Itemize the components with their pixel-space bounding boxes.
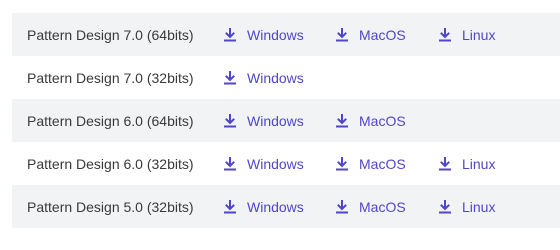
download-icon	[438, 156, 452, 171]
download-icon	[335, 156, 349, 171]
download-windows-label: Windows	[247, 198, 304, 215]
download-row: Pattern Design 7.0 (32bits) Windows	[12, 56, 560, 99]
download-row: Pattern Design 5.0 (32bits) Windows MacO…	[12, 185, 560, 228]
download-linux-link[interactable]: Linux	[438, 27, 495, 43]
download-icon	[335, 199, 349, 214]
download-windows-label: Windows	[247, 69, 304, 86]
download-icon	[223, 156, 237, 171]
download-icon	[438, 199, 452, 214]
download-icon	[223, 70, 237, 85]
download-row: Pattern Design 6.0 (32bits) Windows MacO…	[12, 142, 560, 185]
download-windows-label: Windows	[247, 26, 304, 43]
download-macos-link[interactable]: MacOS	[335, 199, 406, 215]
download-windows-link[interactable]: Windows	[223, 156, 304, 172]
download-icon	[223, 27, 237, 42]
download-row: Pattern Design 6.0 (64bits) Windows MacO…	[12, 99, 560, 142]
download-windows-label: Windows	[247, 112, 304, 129]
download-icon	[223, 113, 237, 128]
download-macos-label: MacOS	[359, 155, 406, 172]
download-linux-label: Linux	[462, 26, 496, 43]
download-macos-label: MacOS	[359, 198, 406, 215]
product-name: Pattern Design 7.0 (64bits)	[27, 26, 194, 43]
download-list: Pattern Design 7.0 (64bits) Windows MacO…	[12, 13, 560, 228]
download-windows-link[interactable]: Windows	[223, 70, 304, 86]
product-name: Pattern Design 6.0 (32bits)	[27, 155, 194, 172]
download-linux-link[interactable]: Linux	[438, 156, 495, 172]
product-name: Pattern Design 5.0 (32bits)	[27, 198, 194, 215]
download-icon	[335, 113, 349, 128]
download-row: Pattern Design 7.0 (64bits) Windows MacO…	[12, 13, 560, 56]
download-windows-link[interactable]: Windows	[223, 27, 304, 43]
download-macos-link[interactable]: MacOS	[335, 113, 406, 129]
download-linux-label: Linux	[462, 155, 496, 172]
download-linux-link[interactable]: Linux	[438, 199, 495, 215]
download-icon	[335, 27, 349, 42]
download-macos-link[interactable]: MacOS	[335, 27, 406, 43]
download-linux-label: Linux	[462, 198, 496, 215]
download-macos-label: MacOS	[359, 26, 406, 43]
download-windows-link[interactable]: Windows	[223, 113, 304, 129]
download-macos-label: MacOS	[359, 112, 406, 129]
download-icon	[223, 199, 237, 214]
product-name: Pattern Design 6.0 (64bits)	[27, 112, 194, 129]
product-name: Pattern Design 7.0 (32bits)	[27, 69, 194, 86]
download-macos-link[interactable]: MacOS	[335, 156, 406, 172]
download-windows-label: Windows	[247, 155, 304, 172]
download-icon	[438, 27, 452, 42]
download-windows-link[interactable]: Windows	[223, 199, 304, 215]
